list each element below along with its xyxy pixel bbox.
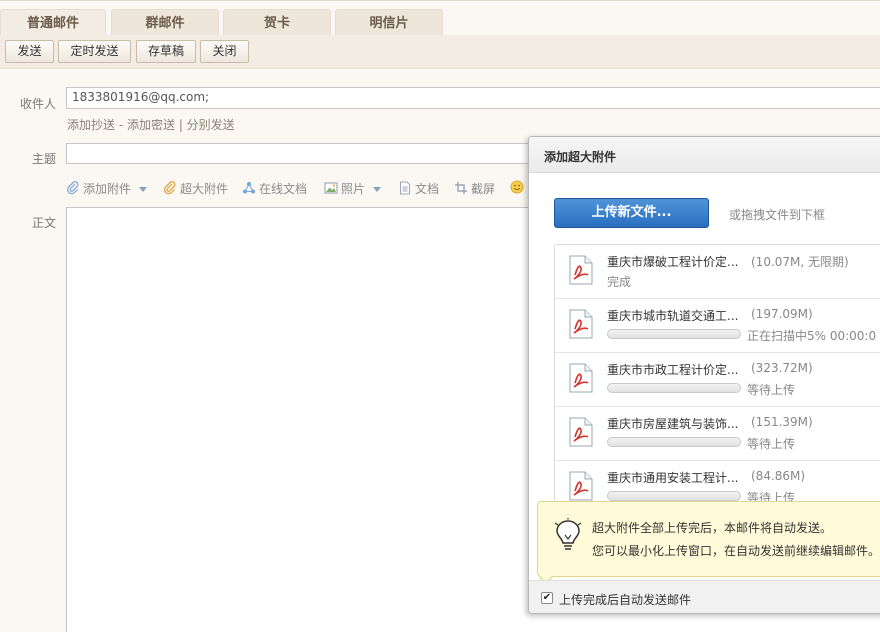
tab-normal-mail[interactable]: 普通邮件 bbox=[0, 9, 106, 37]
subject-label: 主题 bbox=[31, 152, 56, 166]
file-size: (84.86M) bbox=[751, 469, 806, 483]
photo-button[interactable]: 照片 bbox=[324, 180, 381, 197]
save-draft-button[interactable]: 存草稿 bbox=[136, 40, 196, 63]
upload-file-list[interactable]: 重庆市爆破工程计价定... (10.07M, 无限期) 完成 重庆市城市轨道交通… bbox=[554, 244, 880, 502]
file-row: 重庆市通用安装工程计... (84.86M) 等待上传 bbox=[555, 461, 880, 501]
screenshot-icon bbox=[455, 182, 467, 194]
document-button[interactable]: 文档 bbox=[398, 180, 439, 197]
upload-progress-bar bbox=[607, 329, 741, 339]
file-row: 重庆市市政工程计价定... (323.72M) 等待上传 bbox=[555, 353, 880, 407]
add-bcc-link[interactable]: 添加密送 bbox=[127, 118, 175, 132]
pdf-file-icon bbox=[569, 363, 593, 393]
auto-send-label[interactable]: 上传完成后自动发送邮件 bbox=[559, 591, 691, 608]
recipient-links: 添加抄送 - 添加密送 | 分别发送 bbox=[67, 116, 235, 133]
scheduled-send-button[interactable]: 定时发送 bbox=[58, 40, 131, 63]
tip-line-1: 超大附件全部上传完后，本邮件将自动发送。 bbox=[592, 521, 833, 535]
separate-send-link[interactable]: 分别发送 bbox=[187, 118, 235, 132]
upload-progress-bar bbox=[607, 383, 741, 393]
online-doc-button[interactable]: 在线文档 bbox=[242, 180, 307, 197]
file-name: 重庆市通用安装工程计... bbox=[607, 471, 739, 485]
photo-label: 照片 bbox=[341, 182, 366, 196]
file-name: 重庆市爆破工程计价定... bbox=[607, 255, 739, 269]
tab-greeting-card[interactable]: 贺卡 bbox=[223, 9, 331, 37]
large-attachment-dialog: 添加超大附件 上传新文件... 或拖拽文件到下框 重庆市爆破工程计价定... (… bbox=[528, 136, 880, 614]
tab-postcard[interactable]: 明信片 bbox=[335, 9, 443, 37]
file-name: 重庆市城市轨道交通工... bbox=[607, 309, 739, 323]
recipient-label: 收件人 bbox=[19, 97, 56, 111]
file-status: 等待上传 bbox=[747, 383, 796, 397]
file-size: (151.39M) bbox=[751, 415, 813, 429]
chevron-down-icon[interactable] bbox=[138, 187, 147, 192]
file-name: 重庆市市政工程计价定... bbox=[607, 363, 739, 377]
file-size: (323.72M) bbox=[751, 361, 813, 375]
upload-progress-bar bbox=[607, 491, 741, 501]
chevron-down-icon[interactable] bbox=[372, 187, 381, 192]
link-separator: - bbox=[115, 118, 127, 132]
document-icon bbox=[400, 181, 410, 195]
large-attachment-label: 超大附件 bbox=[180, 182, 229, 196]
file-row: 重庆市房屋建筑与装饰... (151.39M) 等待上传 bbox=[555, 407, 880, 461]
add-attachment-button[interactable]: 添加附件 bbox=[66, 180, 147, 197]
pdf-file-icon bbox=[569, 417, 593, 447]
lightbulb-icon bbox=[554, 518, 582, 550]
pdf-file-icon bbox=[569, 255, 593, 285]
link-separator: | bbox=[175, 118, 187, 132]
tab-group-mail[interactable]: 群邮件 bbox=[111, 9, 219, 37]
file-status: 正在扫描中5% 00:00:0 bbox=[747, 329, 877, 343]
upload-progress-bar bbox=[607, 437, 741, 447]
add-attachment-label: 添加附件 bbox=[83, 182, 132, 196]
document-label: 文档 bbox=[415, 182, 440, 196]
auto-send-checkbox[interactable]: ✔ bbox=[541, 592, 553, 604]
file-name: 重庆市房屋建筑与装饰... bbox=[607, 417, 739, 431]
paperclip-icon bbox=[164, 181, 176, 195]
screenshot-button[interactable]: 截屏 bbox=[454, 180, 495, 197]
pdf-file-icon bbox=[569, 309, 593, 339]
send-button[interactable]: 发送 bbox=[5, 40, 54, 63]
compose-toolbar: 发送 定时发送 存草稿 关闭 bbox=[0, 35, 880, 69]
body-label: 正文 bbox=[31, 216, 56, 230]
file-row: 重庆市城市轨道交通工... (197.09M) 正在扫描中5% 00:00:0 bbox=[555, 299, 880, 353]
screenshot-label: 截屏 bbox=[471, 182, 496, 196]
dialog-footer: ✔ 上传完成后自动发送邮件 bbox=[529, 580, 880, 613]
file-row: 重庆市爆破工程计价定... (10.07M, 无限期) 完成 bbox=[555, 245, 880, 299]
drag-hint: 或拖拽文件到下框 bbox=[729, 208, 826, 222]
online-doc-label: 在线文档 bbox=[259, 182, 308, 196]
paperclip-icon bbox=[67, 181, 79, 195]
add-cc-link[interactable]: 添加抄送 bbox=[67, 118, 115, 132]
pdf-file-icon bbox=[569, 471, 593, 501]
share-icon bbox=[243, 182, 255, 194]
mail-type-tabs: 普通邮件 群邮件 贺卡 明信片 bbox=[0, 0, 880, 37]
file-size: (10.07M, 无限期) bbox=[751, 255, 849, 269]
large-attachment-button[interactable]: 超大附件 bbox=[163, 180, 228, 197]
dialog-header: 添加超大附件 bbox=[529, 137, 880, 173]
file-status: 等待上传 bbox=[747, 437, 796, 451]
file-status: 完成 bbox=[607, 275, 632, 289]
recipient-value: 1833801916@qq.com; bbox=[72, 90, 210, 104]
file-size: (197.09M) bbox=[751, 307, 813, 321]
emoji-button[interactable] bbox=[510, 180, 527, 195]
checkmark-icon: ✔ bbox=[542, 592, 552, 603]
close-button[interactable]: 关闭 bbox=[200, 40, 249, 63]
auto-send-tip: 超大附件全部上传完后，本邮件将自动发送。 您可以最小化上传窗口，在自动发送前继续… bbox=[537, 501, 880, 577]
smiley-icon bbox=[510, 180, 524, 194]
tip-line-2: 您可以最小化上传窗口，在自动发送前继续编辑邮件。 bbox=[592, 544, 880, 558]
photo-icon bbox=[324, 182, 338, 194]
upload-new-file-button[interactable]: 上传新文件... bbox=[554, 198, 709, 228]
dialog-title: 添加超大附件 bbox=[544, 150, 617, 164]
